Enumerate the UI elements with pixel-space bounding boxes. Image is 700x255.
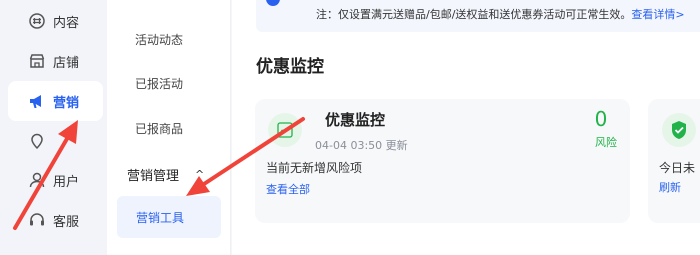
shield-check-icon bbox=[268, 113, 302, 147]
promo-monitor-card: 优惠监控 04-04 03:50 更新 0 风险 当前无新增风险项 查看全部 bbox=[255, 99, 630, 223]
sidebar-item-label: 用户 bbox=[53, 174, 80, 190]
risk-count: 0 bbox=[594, 107, 608, 131]
megaphone-icon bbox=[28, 92, 46, 110]
sidebar-item-label: 营销 bbox=[53, 95, 80, 111]
refresh-link[interactable]: 刷新 bbox=[659, 179, 681, 195]
store-icon bbox=[28, 52, 46, 70]
card-description: 今日未 bbox=[659, 161, 696, 175]
subnav-group-label: 营销管理 bbox=[127, 169, 180, 184]
risk-count-label: 风险 bbox=[595, 136, 617, 149]
second-monitor-card: 今日未 刷新 bbox=[648, 99, 700, 223]
shield-check-icon bbox=[662, 113, 696, 147]
primary-sidebar: 内容 店铺 营销 用户 客服 bbox=[0, 0, 107, 255]
location-pin-icon bbox=[28, 132, 46, 150]
main-content: 注：仅设置满元送赠品/包邮/送权益和送优惠券活动可正常生效。查看详情> 优惠监控… bbox=[232, 0, 700, 255]
user-icon bbox=[28, 171, 46, 189]
sidebar-item-service[interactable]: 客服 bbox=[8, 200, 103, 240]
sidebar-item-marketing[interactable]: 营销 bbox=[8, 81, 103, 121]
content-icon bbox=[28, 12, 46, 30]
card-title: 优惠监控 bbox=[325, 111, 386, 129]
section-title: 优惠监控 bbox=[256, 57, 324, 77]
subnav-item-marketing-tools[interactable]: 营销工具 bbox=[117, 196, 221, 238]
sidebar-item-location[interactable] bbox=[8, 121, 103, 161]
notice-text: 注：仅设置满元送赠品/包邮/送权益和送优惠券活动可正常生效。查看详情> bbox=[316, 6, 685, 22]
view-all-link[interactable]: 查看全部 bbox=[266, 181, 310, 197]
sidebar-item-label: 店铺 bbox=[53, 55, 80, 71]
sidebar-item-content[interactable]: 内容 bbox=[8, 1, 103, 41]
sidebar-item-store[interactable]: 店铺 bbox=[8, 41, 103, 81]
subnav-item-registered-activities[interactable]: 已报活动 bbox=[135, 75, 183, 92]
sidebar-item-label: 客服 bbox=[53, 214, 80, 230]
chevron-up-icon: ^ bbox=[195, 168, 205, 181]
headset-icon bbox=[28, 211, 46, 229]
sidebar-item-users[interactable]: 用户 bbox=[8, 160, 103, 200]
notice-details-link[interactable]: 查看详情> bbox=[631, 8, 684, 21]
secondary-sidebar: 活动动态 已报活动 已报商品 营销管理 ^ 营销工具 bbox=[107, 0, 231, 255]
subnav-item-label: 营销工具 bbox=[136, 210, 185, 225]
app-root: 内容 店铺 营销 用户 客服 活动动态 已报活动 已报商品 营销管理 ^ 营销工… bbox=[0, 0, 700, 255]
subnav-group-marketing-management[interactable]: 营销管理 ^ bbox=[127, 165, 204, 184]
card-timestamp: 04-04 03:50 更新 bbox=[315, 139, 408, 152]
sidebar-item-label: 内容 bbox=[53, 15, 80, 31]
notice-message: 注：仅设置满元送赠品/包邮/送权益和送优惠券活动可正常生效。 bbox=[316, 8, 632, 21]
card-description: 当前无新增风险项 bbox=[266, 161, 363, 175]
notice-banner: 注：仅设置满元送赠品/包邮/送权益和送优惠券活动可正常生效。查看详情> bbox=[256, 0, 700, 32]
info-icon bbox=[266, 0, 280, 6]
subnav-item-registered-products[interactable]: 已报商品 bbox=[135, 120, 183, 137]
subnav-item-activity-feed[interactable]: 活动动态 bbox=[135, 31, 183, 48]
